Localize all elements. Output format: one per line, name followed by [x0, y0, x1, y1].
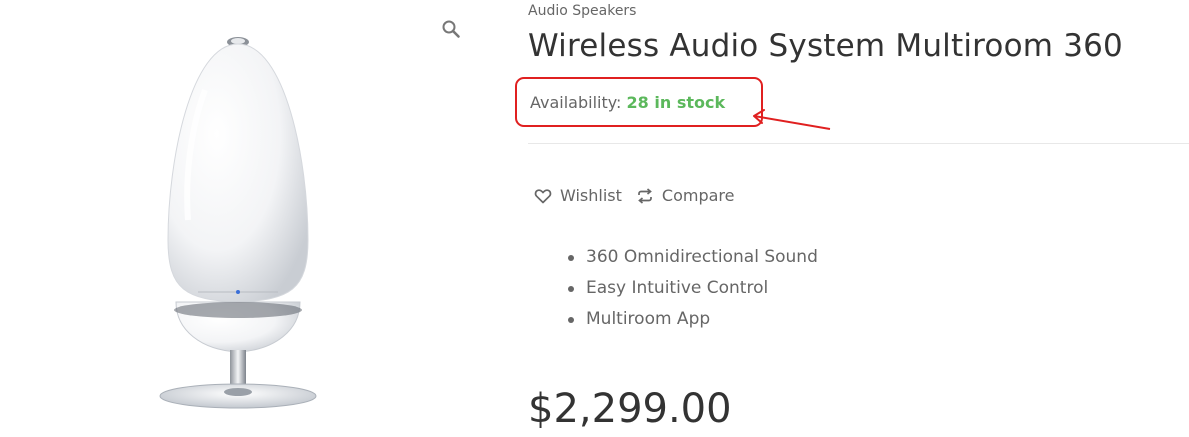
wishlist-label: Wishlist	[560, 186, 622, 205]
product-title: Wireless Audio System Multiroom 360	[528, 28, 1123, 64]
compare-label: Compare	[661, 186, 735, 205]
product-image[interactable]	[150, 30, 330, 415]
product-actions: Wishlist Compare	[534, 186, 734, 205]
refresh-icon	[638, 187, 652, 204]
list-item: Multiroom App	[566, 304, 818, 335]
annotation-highlight-box	[515, 77, 763, 127]
divider	[528, 143, 1189, 144]
product-summary: Audio Speakers Wireless Audio System Mul…	[528, 0, 1189, 437]
list-item: Easy Intuitive Control	[566, 273, 818, 304]
compare-button[interactable]: Compare	[636, 186, 735, 205]
list-item: 360 Omnidirectional Sound	[566, 242, 818, 273]
search-icon[interactable]	[440, 18, 462, 40]
annotation-arrow-icon	[753, 109, 831, 130]
heart-icon	[534, 188, 552, 203]
product-category-link[interactable]: Audio Speakers	[528, 3, 636, 19]
product-gallery	[0, 0, 480, 437]
feature-list: 360 Omnidirectional Sound Easy Intuitive…	[566, 242, 818, 335]
wishlist-button[interactable]: Wishlist	[534, 186, 622, 205]
product-price: $2,299.00	[528, 386, 732, 432]
